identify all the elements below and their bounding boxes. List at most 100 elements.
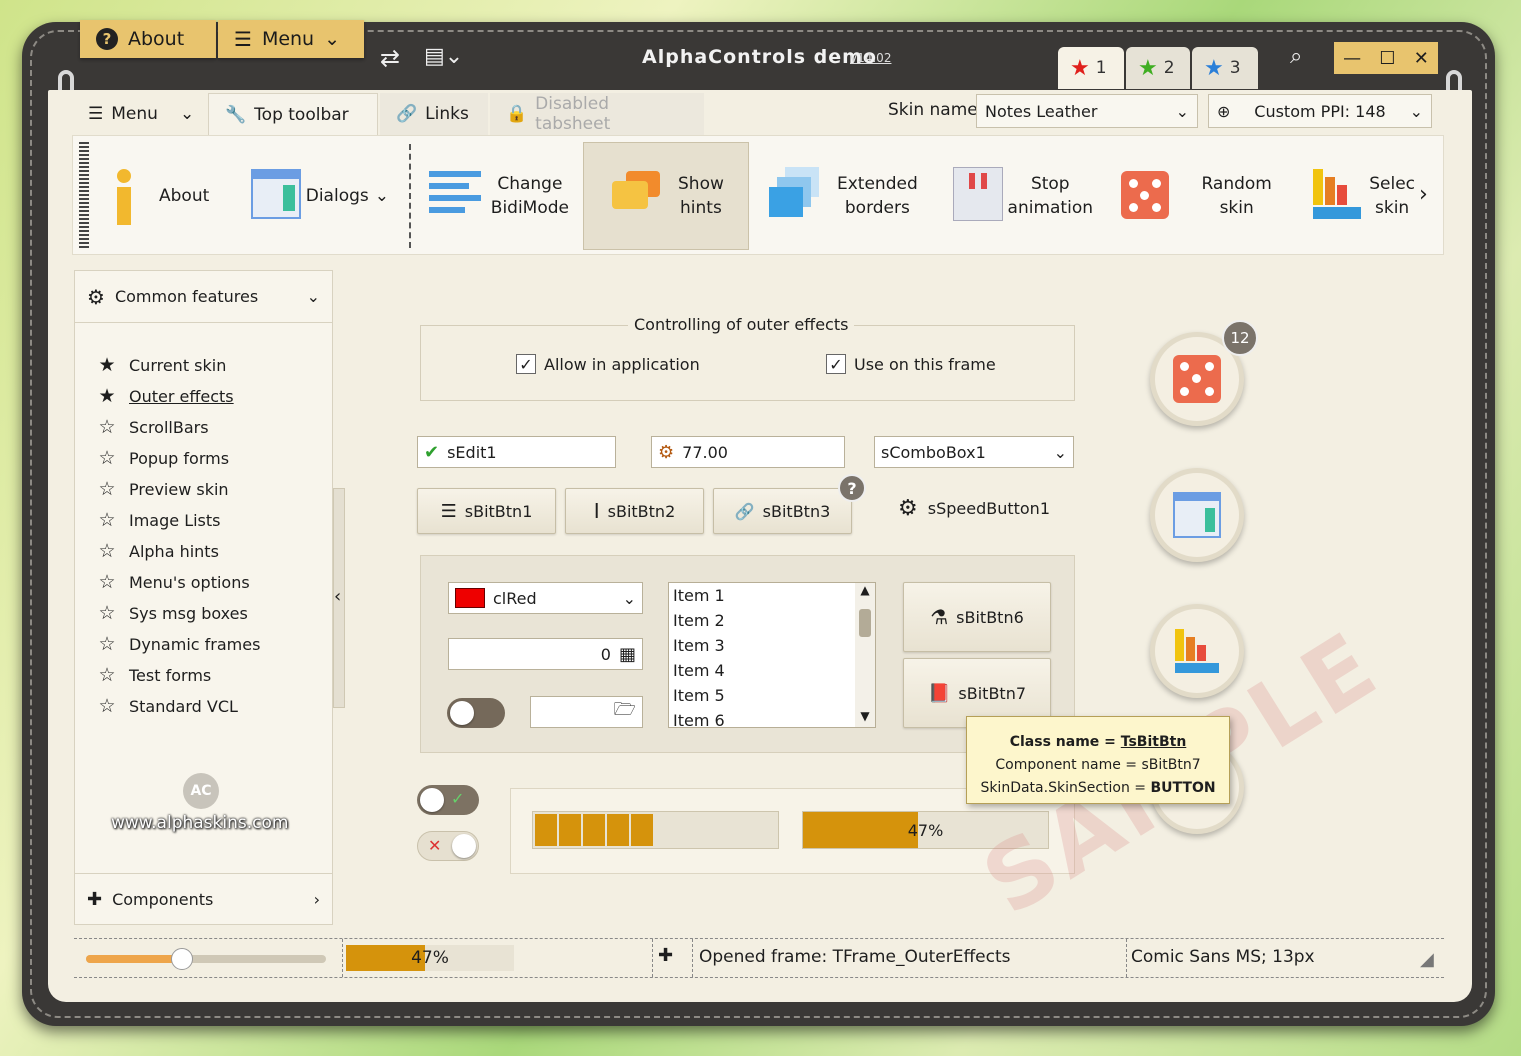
sidebar-item[interactable]: ☆ Alpha hints: [97, 540, 218, 562]
size-grip-icon[interactable]: ◢: [1420, 949, 1434, 970]
scombobox1[interactable]: sComboBox1 ⌄: [874, 436, 1074, 468]
status-progress: 47%: [346, 945, 514, 971]
ppi-combo[interactable]: ⊕ Custom PPI: 148 ⌄: [1208, 94, 1432, 128]
sidebar-item-label: Test forms: [129, 665, 212, 685]
toolbar-grip[interactable]: [79, 142, 89, 248]
list-item[interactable]: Item 2: [669, 608, 875, 633]
scombobox1-value: sComboBox1: [881, 442, 986, 462]
trackbar-fill: [86, 955, 182, 963]
sidebar-footer[interactable]: ✚ Components ›: [75, 873, 332, 925]
about-tool-button[interactable]: About: [113, 142, 233, 250]
toggle-switch-cancel[interactable]: ✕: [417, 831, 479, 861]
sbitbtn3[interactable]: 🔗 sBitBtn3: [713, 488, 852, 534]
list-item[interactable]: Item 4: [669, 658, 875, 683]
sidebar-item[interactable]: ☆ Menu's options: [97, 572, 249, 592]
alphaskins-link[interactable]: www.alphaskins.com: [111, 813, 288, 833]
toggle-switch-on[interactable]: ✓: [417, 785, 479, 815]
palette-icon: [1311, 163, 1361, 229]
star-outline-icon: ☆: [98, 540, 116, 562]
close-icon[interactable]: ✕: [1414, 48, 1429, 69]
sidebar-item[interactable]: ★ Outer effects: [97, 385, 233, 407]
minimize-icon[interactable]: —: [1343, 48, 1361, 69]
skin-tab-2[interactable]: ★ 2: [1126, 47, 1190, 89]
progress-segment: [535, 814, 558, 846]
chevron-left-icon[interactable]: ‹: [334, 586, 341, 607]
sidebar-item[interactable]: ☆ Standard VCL: [97, 696, 237, 716]
sidebar-item[interactable]: ☆ Dynamic frames: [97, 634, 260, 654]
sidebar-item[interactable]: ☆ Popup forms: [97, 448, 229, 468]
stop-label-2: animation: [1007, 198, 1093, 218]
sidebar-item[interactable]: ★ Current skin: [97, 355, 226, 375]
alphaskins-logo: AC: [183, 773, 219, 809]
stop-animation-button[interactable]: Stop animation: [953, 142, 1093, 250]
select-skin-button[interactable]: Selec skin: [1311, 142, 1415, 250]
menu-tab[interactable]: ☰ Menu ⌄: [218, 20, 364, 58]
sedit1-field[interactable]: ✔ sEdit1: [417, 436, 616, 468]
gear-icon: ⚙: [658, 441, 675, 463]
sidebar-item[interactable]: ☆ Preview skin: [97, 479, 228, 499]
skin-tab-1[interactable]: ★ 1: [1058, 47, 1124, 89]
dialogs-tool-button[interactable]: Dialogs ⌄: [249, 142, 389, 250]
sidebar-item[interactable]: ☆ Sys msg boxes: [97, 603, 247, 623]
list-item[interactable]: Item 5: [669, 683, 875, 708]
question-icon: ?: [96, 28, 118, 50]
list-item[interactable]: Item 6: [669, 708, 875, 727]
select-skin-circle[interactable]: [1150, 604, 1244, 698]
sbitbtn2[interactable]: I sBitBtn2: [565, 488, 704, 534]
use-on-frame-checkbox[interactable]: ✓ Use on this frame: [826, 354, 996, 374]
dialogs-tool-label: Dialogs: [305, 186, 369, 206]
trackbar-thumb[interactable]: [171, 948, 193, 970]
sspeedbutton1[interactable]: ⚙ sSpeedButton1: [898, 496, 1050, 521]
change-bidimode-button[interactable]: Change BidiMode: [429, 142, 569, 250]
maximize-icon[interactable]: ☐: [1379, 48, 1395, 69]
directory-edit[interactable]: 🗁: [530, 696, 643, 728]
extended-borders-button[interactable]: Extended borders: [769, 142, 919, 250]
list-scrollbar[interactable]: ▲ ▼: [855, 583, 875, 727]
sidebar-header-label: Common features: [114, 287, 259, 306]
chevron-right-icon[interactable]: ›: [1419, 182, 1428, 207]
list-item[interactable]: Item 1: [669, 583, 875, 608]
sbitbtn6[interactable]: ⚗ sBitBtn6: [903, 582, 1051, 652]
search-icon[interactable]: ⌕: [1290, 44, 1302, 69]
top-toolbar: About Dialogs ⌄ Change BidiMode Show hints: [72, 135, 1444, 255]
number-edit[interactable]: ⚙ 77.00: [651, 436, 845, 468]
allow-in-application-checkbox[interactable]: ✓ Allow in application: [516, 354, 700, 374]
help-icon[interactable]: ?: [838, 474, 866, 502]
tab-links[interactable]: 🔗 Links: [380, 93, 488, 135]
swap-icon[interactable]: ⇄: [380, 44, 400, 72]
chevron-up-icon[interactable]: ▲: [855, 583, 875, 597]
skin-name-combo[interactable]: Notes Leather ⌄: [976, 94, 1198, 128]
tab-disabled: 🔒 Disabled tabsheet: [490, 93, 704, 135]
sidebar: ⚙ Common features ⌄ ★ Current skin ★ Outer …: [74, 270, 333, 925]
about-tab[interactable]: ? About: [80, 20, 216, 58]
star-filled-icon: ★: [98, 385, 116, 407]
show-hints-button[interactable]: Show hints: [583, 142, 749, 250]
flask-icon: ⚗: [930, 605, 949, 629]
version-link[interactable]: v14.02: [850, 51, 891, 65]
sidebar-item[interactable]: ☆ ScrollBars: [97, 417, 208, 437]
sidebar-header[interactable]: ⚙ Common features ⌄: [75, 271, 332, 323]
toggle-switch-off[interactable]: [447, 698, 505, 728]
scroll-thumb[interactable]: [859, 609, 871, 637]
sidebar-item[interactable]: ☆ Image Lists: [97, 510, 220, 530]
green-star-icon: ★: [1138, 55, 1158, 81]
skin-tab-3[interactable]: ★ 3: [1192, 47, 1258, 89]
check-icon: ✓: [826, 354, 846, 374]
form-list-icon[interactable]: ▤⌄: [424, 44, 463, 69]
listbox[interactable]: Item 1 Item 2 Item 3 Item 4 Item 5 Item 6 ▲ ▼: [668, 582, 876, 728]
date-spin-edit[interactable]: 0 ▦: [448, 638, 643, 670]
sbitbtn1[interactable]: ☰ sBitBtn1: [417, 488, 556, 534]
about-tab-label: About: [128, 28, 185, 50]
check-icon: ✓: [451, 789, 465, 808]
trackbar[interactable]: [86, 948, 326, 970]
list-item[interactable]: Item 3: [669, 633, 875, 658]
info-icon: [113, 163, 135, 229]
tab-top-toolbar[interactable]: 🔧 Top toolbar: [208, 93, 378, 135]
random-skin-button[interactable]: Random skin: [1119, 142, 1289, 250]
sidebar-item[interactable]: ☆ Test forms: [97, 665, 211, 685]
chevron-down-icon[interactable]: ▼: [855, 709, 875, 723]
tab-menu[interactable]: ☰ Menu ⌄: [72, 93, 206, 135]
color-combo[interactable]: clRed ⌄: [448, 582, 643, 614]
dialogs-circle[interactable]: [1150, 468, 1244, 562]
skin-tab-label: 3: [1229, 58, 1241, 78]
